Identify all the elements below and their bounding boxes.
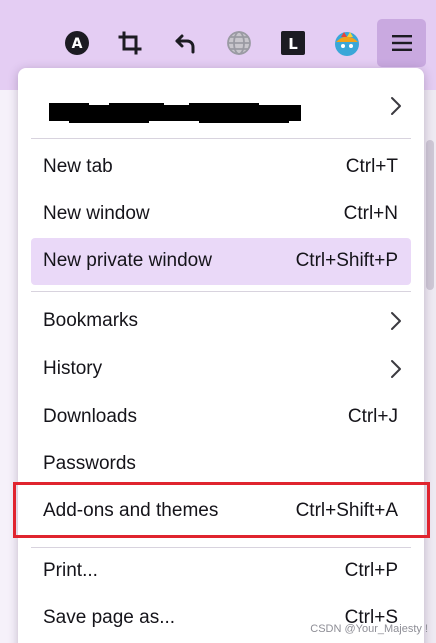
menu-item-label: New window (43, 203, 150, 224)
menu-separator (31, 291, 411, 292)
chevron-right-icon (389, 358, 403, 380)
account-a-icon[interactable]: A (63, 29, 91, 57)
menu-item-label: Bookmarks (43, 310, 139, 331)
application-menu-panel: New tab Ctrl+T New window Ctrl+N New pri… (18, 68, 424, 643)
menu-item-label: History (43, 358, 103, 379)
highlight-annotation-box (13, 482, 430, 538)
page-scrollbar[interactable] (424, 90, 436, 643)
page-scrollbar-thumb[interactable] (426, 140, 434, 290)
menu-item-new-private-window[interactable]: New private window Ctrl+Shift+P (31, 238, 411, 285)
chevron-right-icon (389, 310, 403, 332)
menu-separator (31, 138, 411, 139)
menu-item-new-tab[interactable]: New tab Ctrl+T (31, 144, 411, 191)
menu-item-new-window[interactable]: New window Ctrl+N (31, 191, 411, 238)
watermark: CSDN @Your_Majesty ! (310, 623, 428, 635)
menu-item-label: New tab (43, 156, 113, 177)
account-name-redaction (49, 103, 301, 123)
menu-item-shortcut: Ctrl+P (344, 560, 398, 581)
menu-item-bookmarks[interactable]: Bookmarks (31, 298, 411, 345)
menu-item-shortcut: Ctrl+N (343, 203, 398, 224)
chevron-right-icon (389, 95, 403, 117)
menu-item-label: Downloads (43, 406, 137, 427)
crop-icon[interactable] (116, 29, 144, 57)
hamburger-menu-icon (391, 35, 412, 51)
menu-item-print[interactable]: Print... Ctrl+P (31, 548, 411, 595)
colorful-extension-icon[interactable] (333, 29, 361, 57)
menu-item-label: New private window (43, 250, 212, 271)
open-application-menu-button[interactable] (377, 19, 426, 67)
menu-item-history[interactable]: History (31, 346, 411, 393)
menu-item-downloads[interactable]: Downloads Ctrl+J (31, 394, 411, 441)
svg-text:A: A (72, 36, 83, 52)
menu-item-shortcut: Ctrl+Shift+P (295, 250, 398, 271)
menu-item-label: Save page as... (43, 607, 176, 628)
extension-l-icon[interactable]: L (279, 29, 307, 57)
menu-item-shortcut: Ctrl+J (347, 406, 398, 427)
globe-icon[interactable] (225, 29, 253, 57)
menu-item-label: Passwords (43, 453, 136, 474)
menu-item-passwords[interactable]: Passwords (31, 441, 411, 488)
svg-text:L: L (288, 35, 298, 53)
undo-icon[interactable] (171, 29, 199, 57)
menu-item-label: Print... (43, 560, 98, 581)
account-row[interactable] (31, 78, 411, 134)
menu-item-shortcut: Ctrl+T (345, 156, 398, 177)
